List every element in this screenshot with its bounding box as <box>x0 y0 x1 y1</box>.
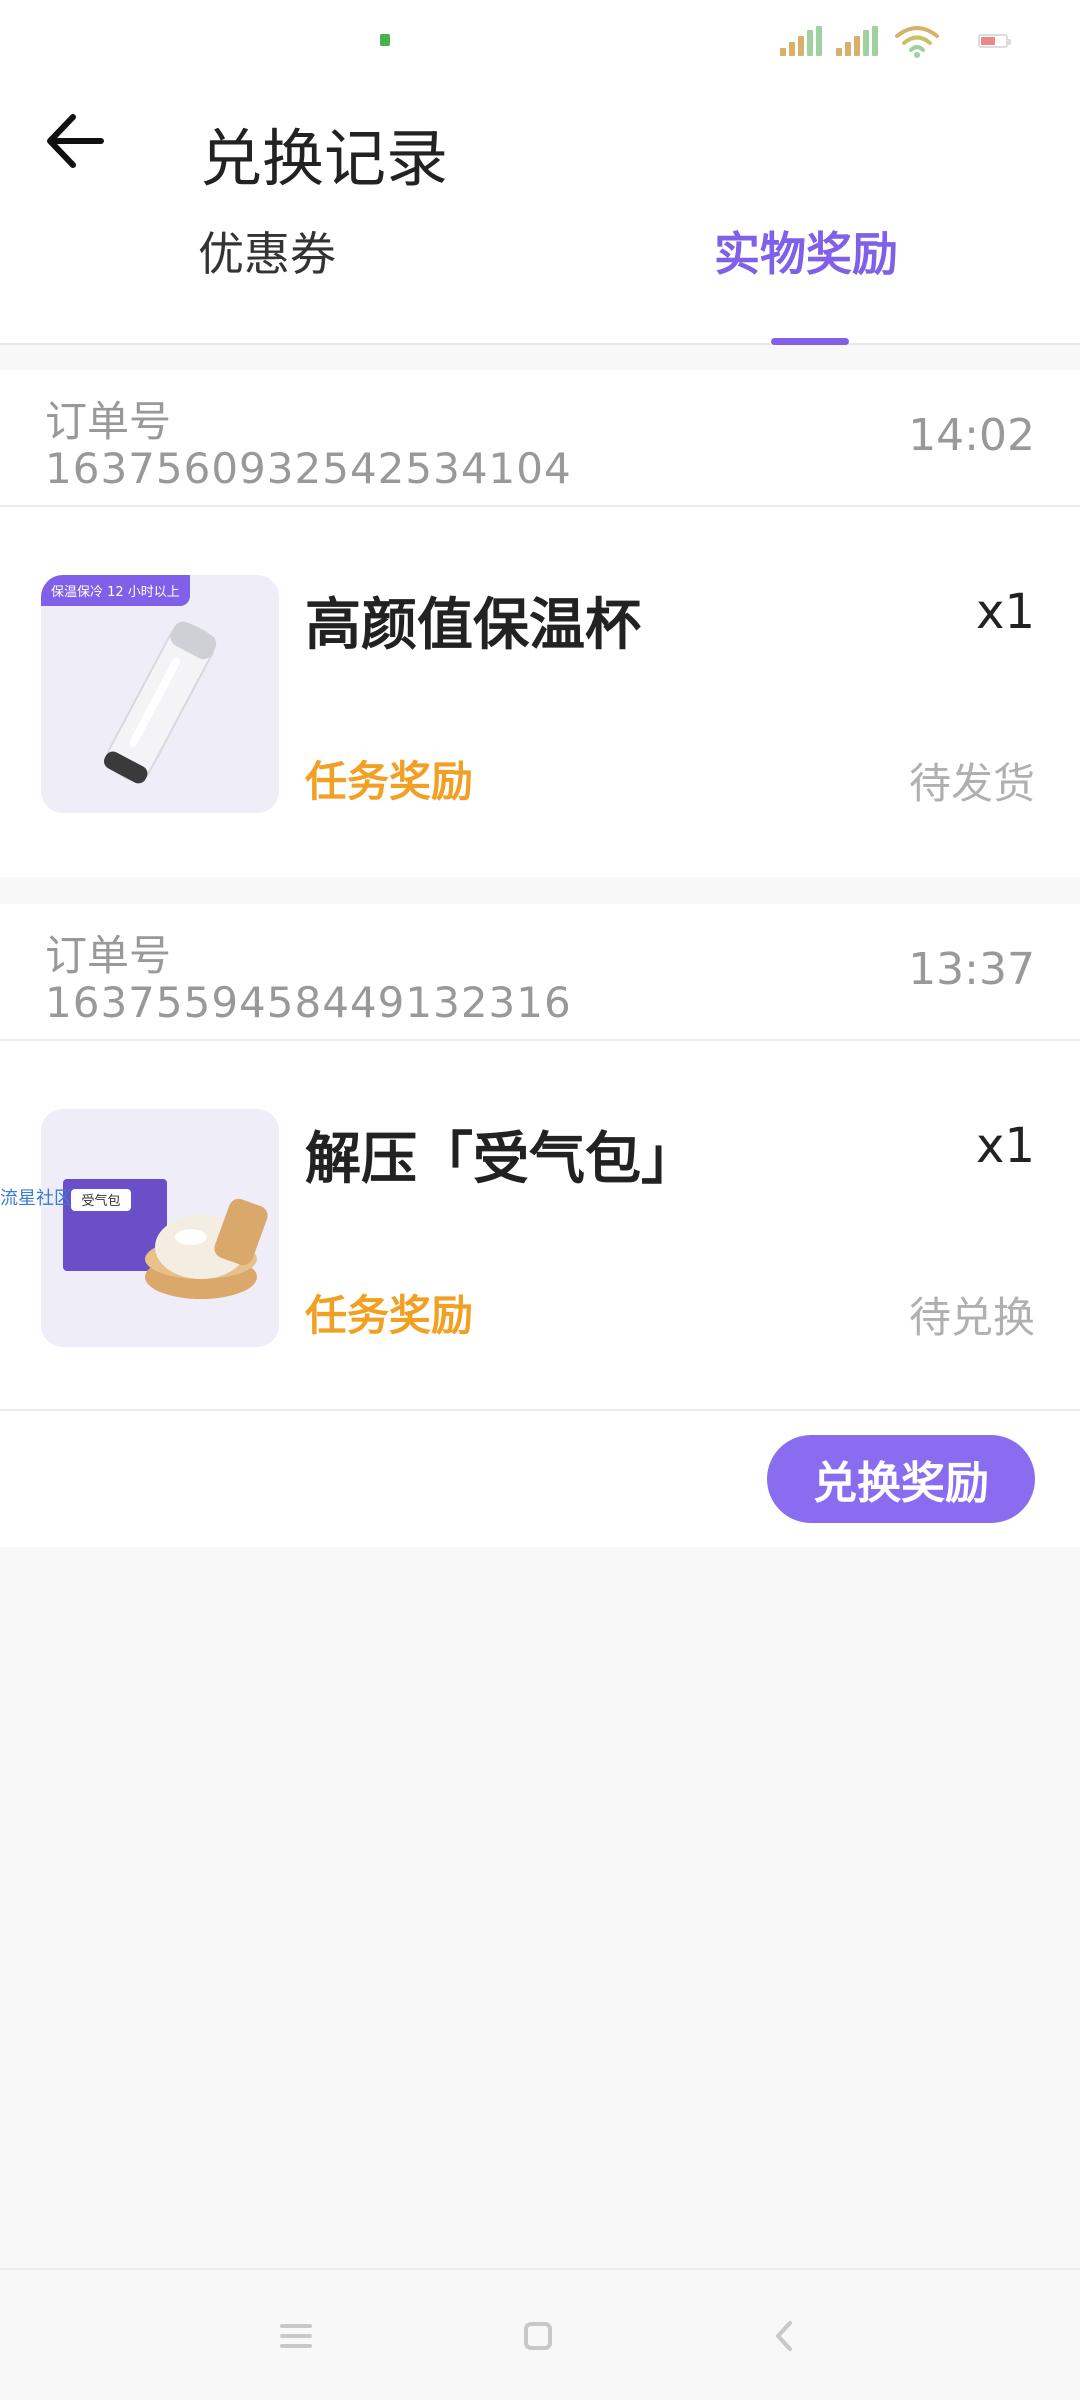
page-title: 兑换记录 <box>200 122 449 195</box>
item-quantity: x1 <box>976 584 1035 640</box>
status-bar <box>0 0 1080 80</box>
battery-icon <box>978 34 1011 48</box>
order-number-label: 订单号 <box>45 931 172 980</box>
sim-signal-icon <box>780 26 824 56</box>
order-number: 1637559458449132316 <box>45 978 572 1027</box>
card-footer: 兑换奖励 <box>0 1409 1080 1547</box>
item-name: 解压「受气包」 <box>305 1127 697 1192</box>
menu-icon <box>280 2324 312 2348</box>
nav-back-button[interactable] <box>754 2310 814 2362</box>
system-nav-bar <box>0 2268 1080 2400</box>
product-image-thermos[interactable]: 保温保冷 12 小时以上 <box>41 575 279 813</box>
back-chevron-icon <box>776 2321 792 2351</box>
tab-coupons[interactable]: 优惠券 <box>198 218 336 284</box>
order-card: 订单号 1637560932542534104 14:02 保温保冷 12 小时… <box>0 370 1080 877</box>
home-button[interactable] <box>508 2310 568 2362</box>
order-header: 订单号 1637559458449132316 13:37 <box>0 904 1080 1041</box>
recent-apps-button[interactable] <box>266 2310 326 2362</box>
order-card: 订单号 1637559458449132316 13:37 受气包 解压「受气包… <box>0 904 1080 1547</box>
stress-bun-illustration: 受气包 <box>63 1179 268 1299</box>
active-tab-indicator <box>771 338 849 345</box>
header: 兑换记录 优惠券 实物奖励 <box>0 80 1080 345</box>
product-image-stress-bun[interactable]: 受气包 <box>41 1109 279 1347</box>
order-status: 待兑换 <box>908 1293 1035 1342</box>
order-status: 待发货 <box>908 759 1035 808</box>
reward-source: 任务奖励 <box>305 757 474 806</box>
tab-physical-rewards[interactable]: 实物奖励 <box>714 218 898 284</box>
order-number: 1637560932542534104 <box>45 444 572 493</box>
arrow-left-icon <box>47 114 104 168</box>
page: 兑换记录 优惠券 实物奖励 订单号 1637560932542534104 14… <box>0 0 1080 2400</box>
thermos-illustration <box>104 621 217 784</box>
order-time: 14:02 <box>908 410 1035 461</box>
home-square-icon <box>524 2322 552 2350</box>
reward-source: 任务奖励 <box>305 1291 474 1340</box>
back-button[interactable] <box>40 106 110 176</box>
order-time: 13:37 <box>908 944 1035 995</box>
order-number-label: 订单号 <box>45 397 172 446</box>
redeem-reward-button[interactable]: 兑换奖励 <box>767 1435 1035 1523</box>
notification-icon <box>380 34 390 46</box>
box-label: 受气包 <box>81 1193 120 1209</box>
sim-signal-icon <box>836 26 880 56</box>
item-quantity: x1 <box>976 1118 1035 1174</box>
wifi-icon <box>895 26 939 58</box>
order-header: 订单号 1637560932542534104 14:02 <box>0 370 1080 507</box>
watermark: 流星社区 <box>0 1188 72 1209</box>
item-name: 高颜值保温杯 <box>305 593 641 658</box>
